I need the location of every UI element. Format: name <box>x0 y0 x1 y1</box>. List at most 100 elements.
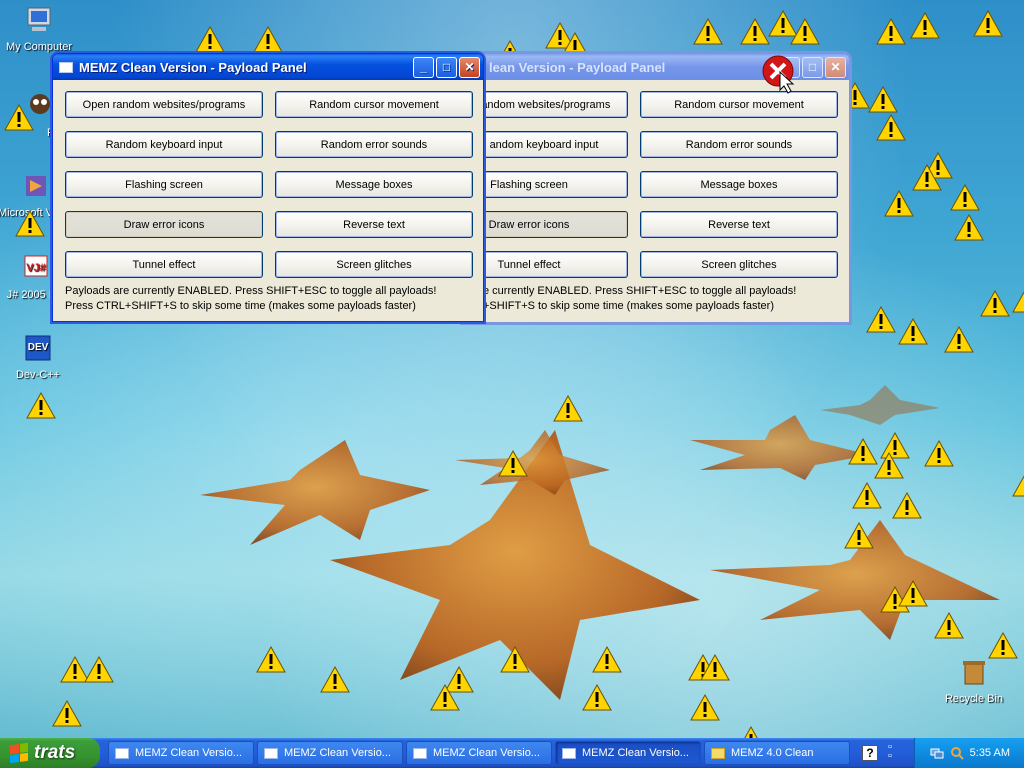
warning-icon <box>320 666 350 693</box>
warning-icon <box>844 522 874 549</box>
payload-button[interactable]: Random cursor movement <box>640 91 838 118</box>
warning-icon <box>690 694 720 721</box>
error-cursor-icon <box>762 55 795 94</box>
start-label: trats <box>34 742 76 763</box>
warning-icon <box>693 18 723 45</box>
warning-icon <box>950 184 980 211</box>
payload-button[interactable]: andom keyboard input <box>463 131 628 158</box>
warning-icon <box>253 26 283 53</box>
payload-button-random-cursor[interactable]: Random cursor movement <box>275 91 473 118</box>
windows-flag-icon <box>10 742 28 764</box>
payload-panel-window[interactable]: MEMZ Clean Version - Payload Panel _ □ ✕… <box>52 53 484 322</box>
payload-button-screen-glitches[interactable]: Screen glitches <box>275 251 473 278</box>
jsharp-icon-glyph: VJ# <box>24 255 48 277</box>
warning-icon <box>26 392 56 419</box>
close-button[interactable]: ✕ <box>825 56 846 78</box>
payload-status-text: Payloads are currently ENABLED. Press SH… <box>65 285 437 297</box>
payload-button-random-keyboard[interactable]: Random keyboard input <box>65 131 263 158</box>
desktop-icon-label: My Computer <box>5 41 73 53</box>
taskbar-item-active[interactable]: MEMZ Clean Versio... <box>555 741 701 765</box>
my-computer-icon[interactable]: My Computer <box>1 4 77 53</box>
warning-icon <box>582 684 612 711</box>
window-title: MEMZ Clean Version - Payload Panel <box>79 59 307 75</box>
warning-icon <box>912 164 942 191</box>
warning-icon <box>84 656 114 683</box>
restore-icon[interactable]: ▫ ▫ <box>888 742 892 762</box>
warning-icon <box>898 580 928 607</box>
warning-icon <box>876 114 906 141</box>
warning-icon <box>1012 475 1024 497</box>
maximize-button[interactable]: □ <box>436 56 457 78</box>
payload-button[interactable]: Draw error icons <box>463 211 628 238</box>
window-icon <box>264 747 278 759</box>
payload-button-open-random-websites[interactable]: Open random websites/programs <box>65 91 263 118</box>
help-icon[interactable]: ? <box>862 745 878 761</box>
title-bar[interactable]: MEMZ Clean Version - Payload Panel _ □ ✕ <box>53 54 483 80</box>
recycle-bin-icon[interactable]: Recycle Bin <box>936 656 1012 705</box>
dev-cpp-icon-glyph: DEV <box>25 335 51 361</box>
maximize-button[interactable]: □ <box>802 56 823 78</box>
clock[interactable]: 5:35 AM <box>970 747 1010 759</box>
network-icon[interactable] <box>930 746 944 760</box>
desktop-icon-label: Recycle Bin <box>944 693 1004 705</box>
search-icon[interactable] <box>950 746 964 760</box>
warning-icon <box>868 86 898 113</box>
payload-button-tunnel-effect[interactable]: Tunnel effect <box>65 251 263 278</box>
warning-icon <box>898 318 928 345</box>
system-tray: 5:35 AM <box>914 738 1024 768</box>
taskbar-tasks: MEMZ Clean Versio... MEMZ Clean Versio..… <box>108 741 853 765</box>
task-label: MEMZ Clean Versio... <box>433 747 540 759</box>
recycle-bin-icon-glyph <box>963 661 985 685</box>
warning-icon <box>924 440 954 467</box>
folder-icon <box>711 747 725 759</box>
warning-icon <box>852 482 882 509</box>
warning-icon <box>892 492 922 519</box>
warning-icon <box>980 290 1010 317</box>
payload-button-reverse-text[interactable]: Reverse text <box>275 211 473 238</box>
window-title: lean Version - Payload Panel <box>489 59 666 75</box>
payload-button[interactable]: Screen glitches <box>640 251 838 278</box>
warning-icon <box>973 10 1003 37</box>
payload-button-message-boxes[interactable]: Message boxes <box>275 171 473 198</box>
task-label: MEMZ Clean Versio... <box>135 747 242 759</box>
payload-button-random-error-sounds[interactable]: Random error sounds <box>275 131 473 158</box>
warning-icon <box>910 12 940 39</box>
taskbar-item[interactable]: MEMZ Clean Versio... <box>257 741 403 765</box>
warning-icon <box>500 646 530 673</box>
warning-icon <box>874 452 904 479</box>
svg-text:VJ#: VJ# <box>26 262 46 274</box>
minimize-button[interactable]: _ <box>413 56 434 78</box>
warning-icon <box>740 18 770 45</box>
taskbar-item[interactable]: MEMZ Clean Versio... <box>406 741 552 765</box>
close-button[interactable]: ✕ <box>459 56 480 78</box>
payload-button[interactable]: Random error sounds <box>640 131 838 158</box>
payload-button[interactable]: Message boxes <box>640 171 838 198</box>
payload-button-draw-error-icons[interactable]: Draw error icons <box>65 211 263 238</box>
task-label: MEMZ 4.0 Clean <box>731 747 814 759</box>
payload-button[interactable]: Tunnel effect <box>463 251 628 278</box>
computer-icon <box>27 7 51 31</box>
taskbar-item[interactable]: MEMZ Clean Versio... <box>108 741 254 765</box>
warning-icon <box>954 214 984 241</box>
warning-icon <box>15 210 45 237</box>
taskbar-item-folder[interactable]: MEMZ 4.0 Clean <box>704 741 850 765</box>
skip-time-hint: +SHIFT+S to skip some time (makes some p… <box>483 300 774 312</box>
warning-icon <box>553 395 583 422</box>
warning-icon <box>592 646 622 673</box>
payload-button[interactable]: Reverse text <box>640 211 838 238</box>
payload-button[interactable]: Flashing screen <box>463 171 628 198</box>
warning-icon <box>256 646 286 673</box>
warning-icon <box>944 326 974 353</box>
task-label: MEMZ Clean Versio... <box>582 747 689 759</box>
warning-icon <box>884 190 914 217</box>
start-button[interactable]: trats <box>0 738 100 768</box>
warning-icon <box>790 18 820 45</box>
payload-button-flashing-screen[interactable]: Flashing screen <box>65 171 263 198</box>
window-app-icon <box>59 61 73 73</box>
warning-icon <box>988 632 1018 659</box>
dev-cpp-icon[interactable]: DEV Dev-C++ <box>0 332 76 381</box>
warning-icon <box>498 450 528 477</box>
visual-studio-icon-glyph <box>26 176 46 196</box>
warning-icon <box>700 654 730 681</box>
payload-button[interactable]: random websites/programs <box>463 91 628 118</box>
